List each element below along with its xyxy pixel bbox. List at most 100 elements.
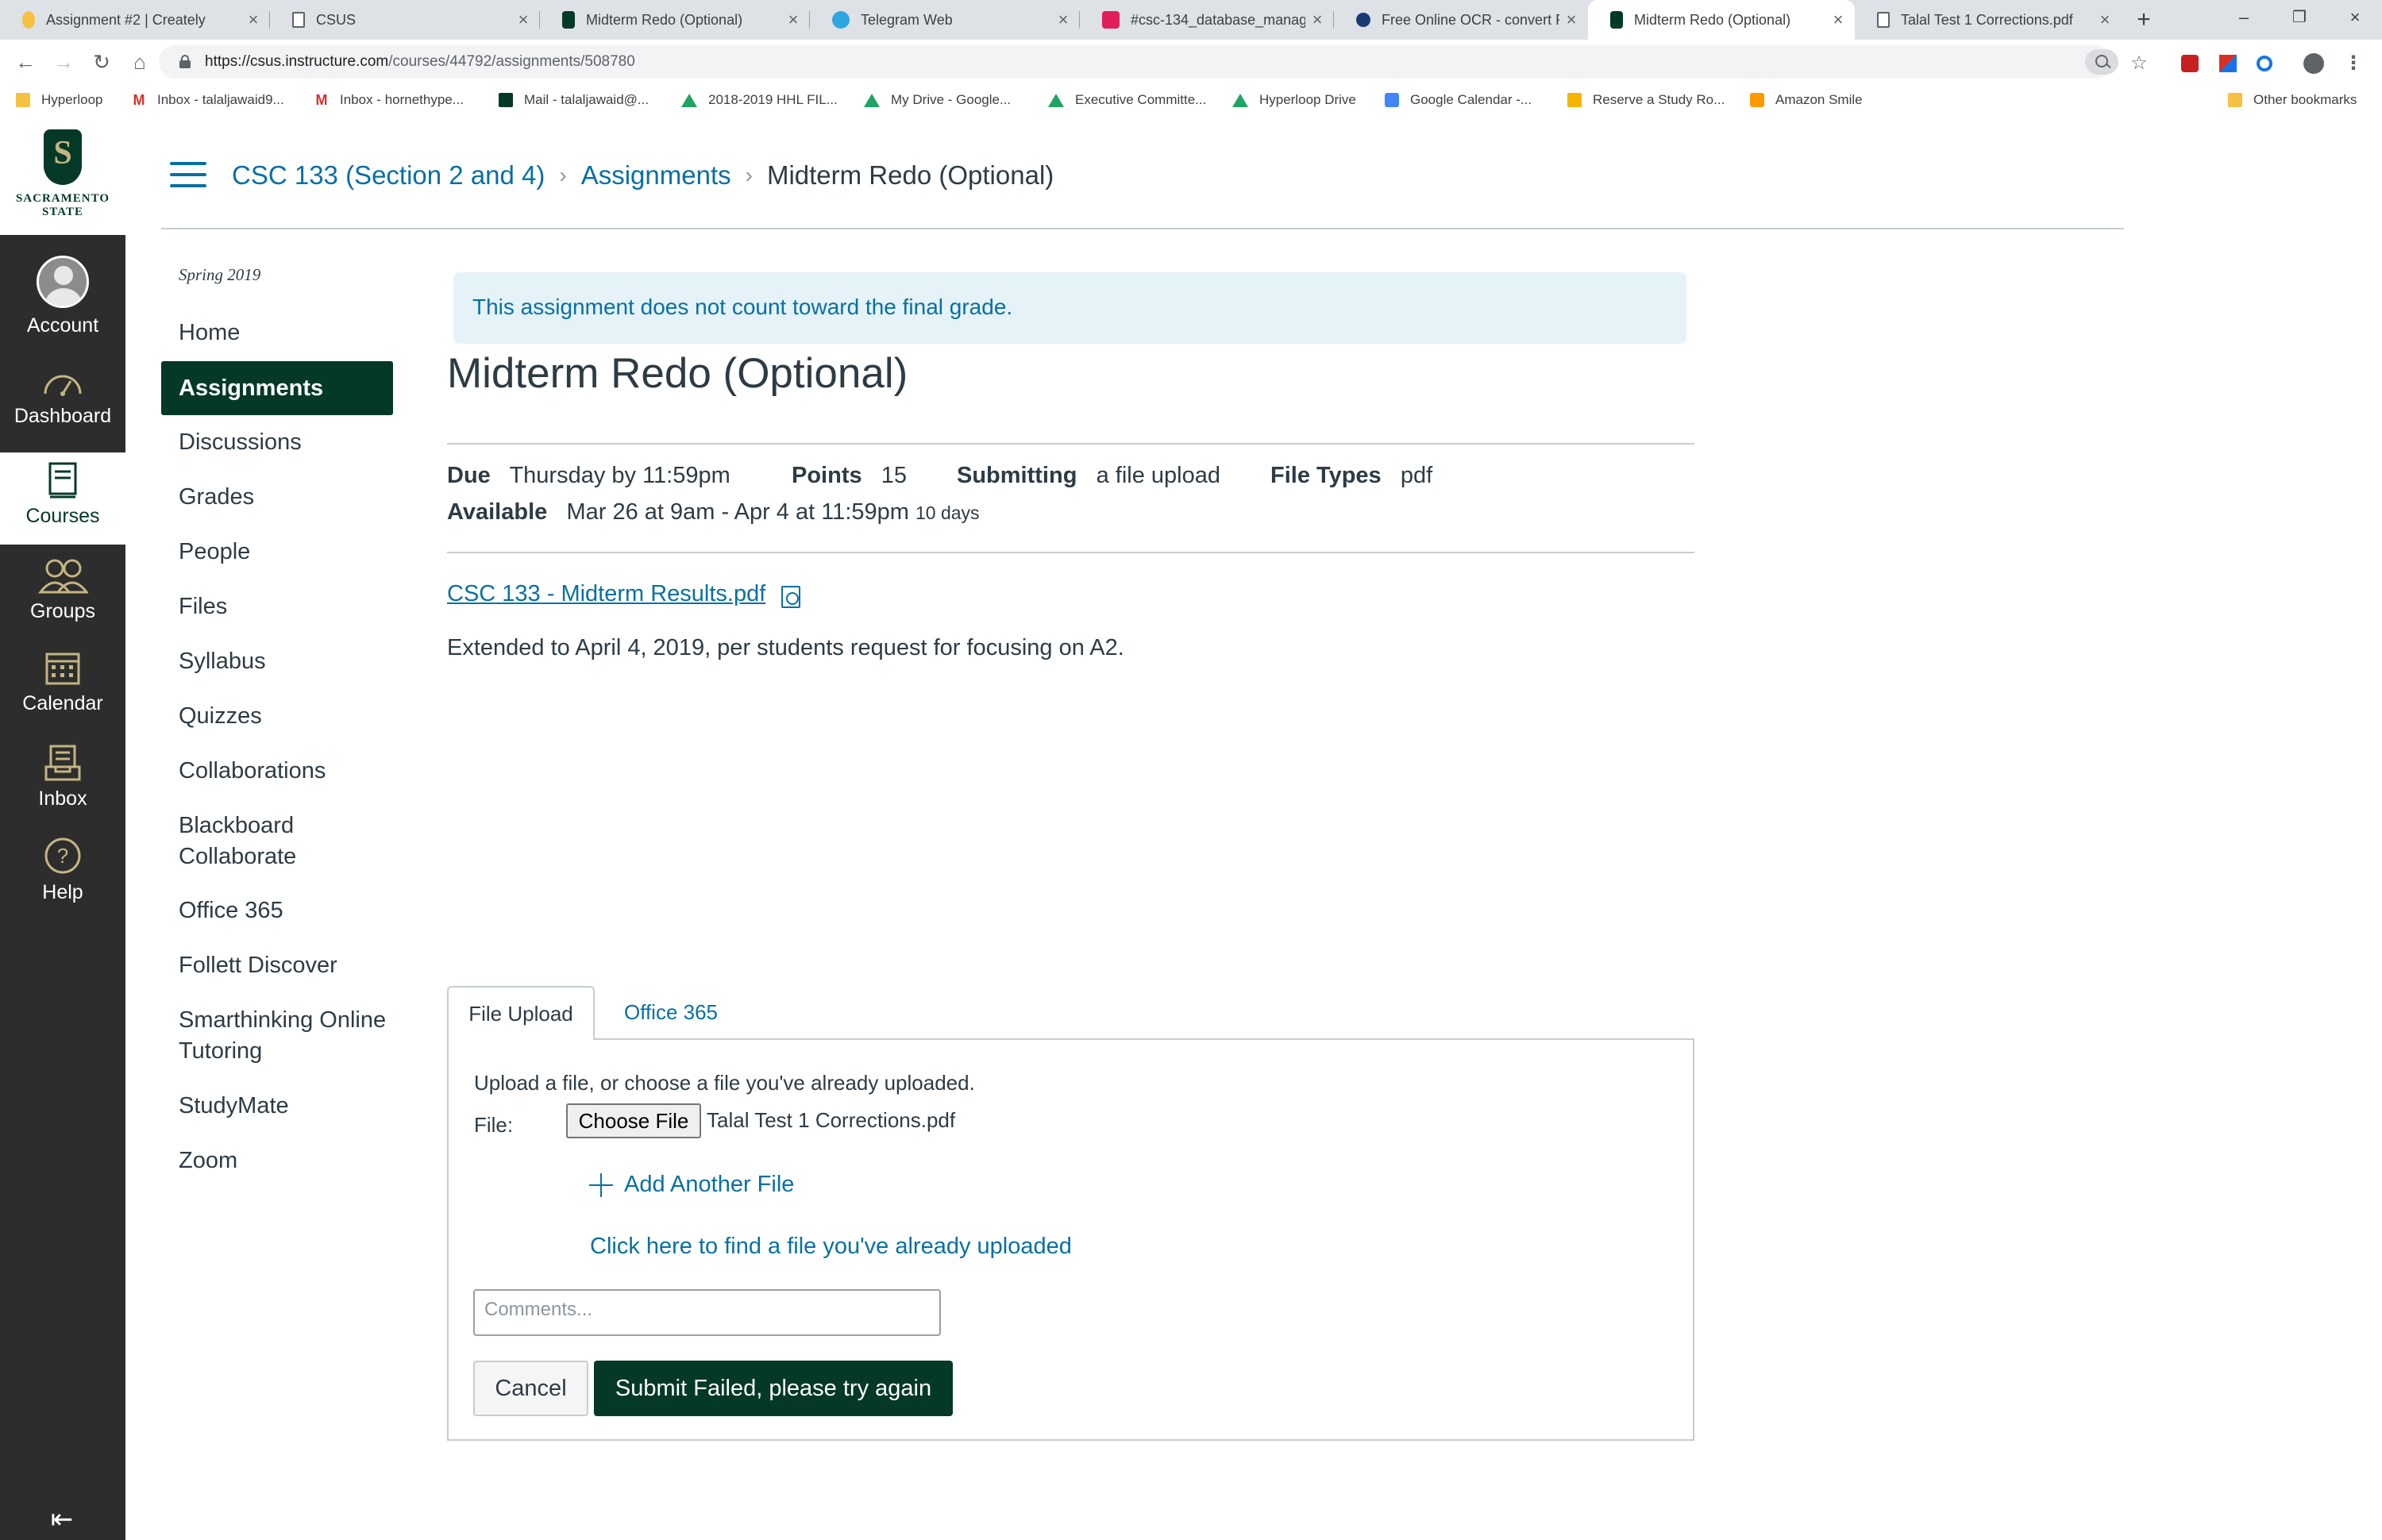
bookmark-item[interactable]: Executive Committe... (1048, 89, 1206, 111)
page-icon (292, 12, 305, 28)
close-window-icon[interactable]: × (2331, 0, 2379, 37)
bookmark-item[interactable]: 2018-2019 HHL FIL... (681, 89, 838, 111)
close-tab-icon[interactable]: × (1559, 10, 1583, 30)
course-nav-studymate[interactable]: StudyMate (179, 1091, 393, 1122)
tab-title: CSUS (316, 11, 357, 28)
global-nav-inbox[interactable]: Inbox (0, 745, 125, 810)
restore-window-icon[interactable]: ❐ (2276, 0, 2323, 37)
details-divider (447, 552, 1694, 553)
close-tab-icon[interactable]: × (1305, 10, 1329, 30)
breadcrumb-course[interactable]: CSC 133 (Section 2 and 4) (232, 160, 545, 191)
course-menu-toggle[interactable] (170, 162, 206, 189)
tab-office-365[interactable]: Office 365 (603, 986, 738, 1038)
global-nav-dashboard[interactable]: Dashboard (0, 367, 125, 428)
reload-icon[interactable]: ↻ (86, 46, 118, 78)
back-icon[interactable]: ← (10, 46, 41, 78)
find-uploaded-file-link[interactable]: Click here to find a file you've already… (590, 1234, 1072, 1260)
other-bookmarks[interactable]: Other bookmarks (2228, 89, 2357, 111)
bookmark-item[interactable]: Reserve a Study Ro... (1567, 89, 1725, 111)
close-tab-icon[interactable]: × (1051, 10, 1075, 30)
add-another-file-link[interactable]: Add Another File (589, 1172, 794, 1198)
minimize-window-icon[interactable]: – (2220, 0, 2268, 37)
browser-tab[interactable]: Free Online OCR - convert PD × (1334, 0, 1588, 40)
close-tab-icon[interactable]: × (2093, 10, 2117, 30)
bookmark-item[interactable]: Mail - talaljawaid@... (499, 89, 649, 111)
bookmark-label: My Drive - Google... (891, 92, 1012, 107)
close-tab-icon[interactable]: × (511, 10, 535, 30)
tab-title: Free Online OCR - convert PD (1382, 11, 1559, 28)
close-tab-icon[interactable]: × (241, 10, 265, 30)
menu-kebab-icon[interactable]: ⋮ (2342, 52, 2365, 75)
collapse-nav-icon[interactable]: ⇤ (38, 1503, 86, 1535)
course-nav-follett-discover[interactable]: Follett Discover (179, 950, 393, 981)
breadcrumb-assignments[interactable]: Assignments (581, 160, 731, 191)
address-bar[interactable]: https://csus.instructure.com/courses/447… (159, 45, 2112, 79)
global-nav-help[interactable]: ? Help (0, 837, 125, 904)
course-nav-quizzes[interactable]: Quizzes (179, 701, 393, 732)
browser-tab[interactable]: Telegram Web × (810, 0, 1080, 40)
tab-file-upload[interactable]: File Upload (447, 986, 595, 1040)
upload-instructions: Upload a file, or choose a file you've a… (474, 1071, 975, 1095)
help-icon: ? (0, 837, 125, 875)
groups-icon (0, 557, 125, 594)
telegram-icon (832, 11, 850, 29)
comments-field[interactable] (473, 1289, 941, 1336)
extension-icon[interactable] (2217, 52, 2239, 75)
bookmark-label: Inbox - hornethype... (340, 92, 464, 107)
global-nav-label: Dashboard (13, 405, 112, 427)
drive-icon (1232, 93, 1248, 107)
zoom-icon[interactable] (2085, 49, 2118, 75)
course-nav-discussions[interactable]: Discussions (179, 427, 393, 458)
course-nav-syllabus[interactable]: Syllabus (179, 646, 393, 677)
course-nav-home[interactable]: Home (179, 318, 393, 348)
global-nav-account[interactable]: Account (0, 256, 125, 346)
course-nav-files[interactable]: Files (179, 591, 393, 622)
profile-avatar-icon[interactable] (2303, 52, 2325, 75)
global-nav-calendar[interactable]: Calendar (0, 649, 125, 715)
close-tab-icon[interactable]: × (781, 10, 805, 30)
browser-tab-strip: Assignment #2 | Creately × CSUS × Midter… (0, 0, 2382, 40)
selected-file-name: Talal Test 1 Corrections.pdf (707, 1108, 956, 1132)
close-tab-icon[interactable]: × (1826, 10, 1850, 30)
course-nav-smarthinking[interactable]: Smarthinking Online Tutoring (179, 1005, 393, 1067)
global-nav-label: Help (42, 881, 83, 903)
browser-tab[interactable]: CSUS × (270, 0, 540, 40)
bookmark-item[interactable]: Hyperloop (16, 89, 103, 111)
course-nav-zoom[interactable]: Zoom (179, 1145, 393, 1176)
global-nav-courses[interactable]: Courses (0, 452, 125, 545)
browser-tab[interactable]: Midterm Redo (Optional) × (540, 0, 810, 40)
course-nav-people[interactable]: People (179, 537, 393, 568)
forward-icon[interactable]: → (48, 46, 79, 78)
tab-title: Midterm Redo (Optional) (1634, 11, 1791, 28)
home-icon[interactable]: ⌂ (124, 46, 156, 78)
bookmark-item[interactable]: Hyperloop Drive (1232, 89, 1356, 111)
bookmark-item[interactable]: M Inbox - talaljawaid9... (132, 89, 284, 111)
svg-text:?: ? (57, 844, 68, 868)
new-tab-button[interactable]: + (2128, 0, 2160, 40)
bookmark-item[interactable]: Google Calendar -... (1385, 89, 1532, 111)
preview-document-icon[interactable] (781, 586, 800, 608)
browser-tab[interactable]: Assignment #2 | Creately × (0, 0, 270, 40)
course-nav-blackboard-collaborate[interactable]: Blackboard Collaborate (179, 810, 393, 872)
bookmark-item[interactable]: M Inbox - hornethype... (314, 89, 464, 111)
browser-tab[interactable]: #csc-134_database_managem × (1080, 0, 1334, 40)
sacramento-state-logo[interactable]: SACRAMENTOSTATE (0, 116, 125, 235)
extension-icon[interactable] (2253, 52, 2276, 75)
extension-icon[interactable] (2179, 52, 2201, 75)
points-field: Points 15 (792, 463, 908, 488)
browser-tab[interactable]: Talal Test 1 Corrections.pdf × (1855, 0, 2122, 40)
bookmark-star-icon[interactable]: ☆ (2128, 52, 2150, 75)
due-field: Due Thursday by 11:59pm (447, 463, 730, 488)
bookmark-item[interactable]: Amazon Smile (1750, 89, 1863, 111)
bookmark-item[interactable]: My Drive - Google... (864, 89, 1011, 111)
choose-file-button[interactable]: Choose File (566, 1103, 701, 1138)
course-nav-assignments[interactable]: Assignments (161, 361, 393, 415)
course-nav-grades[interactable]: Grades (179, 482, 393, 513)
cancel-button[interactable]: Cancel (473, 1361, 588, 1416)
browser-tab-active[interactable]: Midterm Redo (Optional) × (1588, 0, 1855, 40)
attachment-link[interactable]: CSC 133 - Midterm Results.pdf (447, 581, 765, 607)
submit-assignment-button[interactable]: Submit Failed, please try again (594, 1361, 953, 1416)
course-nav-office-365[interactable]: Office 365 (179, 895, 393, 926)
course-nav-collaborations[interactable]: Collaborations (179, 756, 393, 787)
global-nav-groups[interactable]: Groups (0, 557, 125, 623)
